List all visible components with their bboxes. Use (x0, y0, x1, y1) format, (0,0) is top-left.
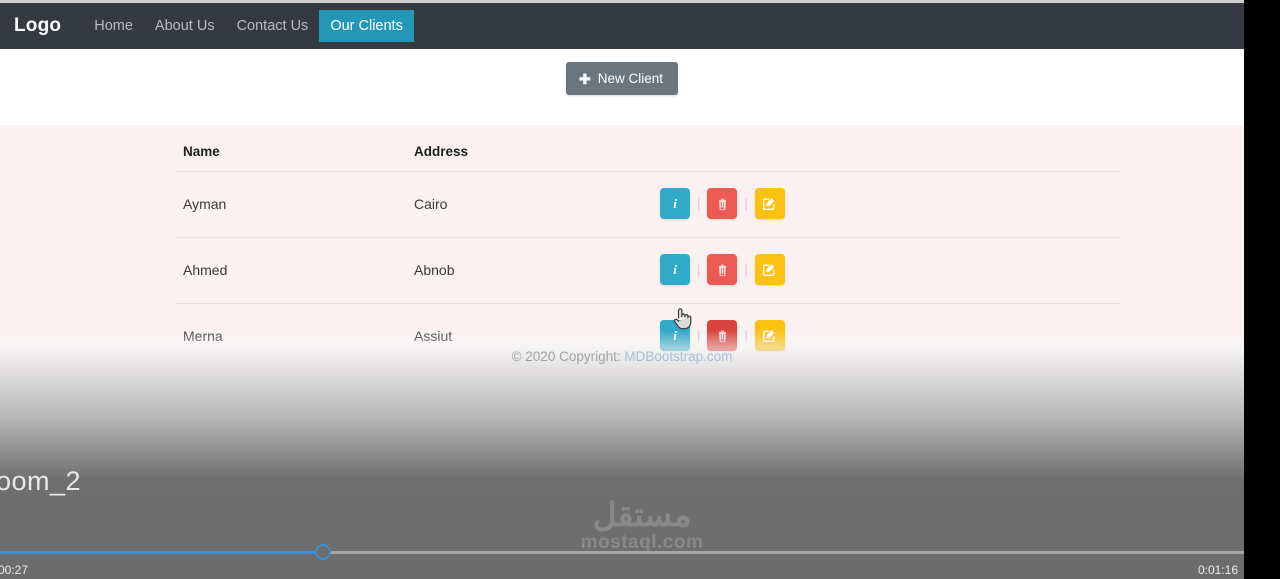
clients-table: Name Address Ayman Cairo i | | Ahmed Abn… (175, 132, 1121, 370)
progress-handle[interactable] (315, 544, 332, 560)
mdbootstrap-link[interactable]: MDBootstrap.com (624, 349, 732, 364)
cell-address: Abnob (406, 237, 652, 304)
edit-button[interactable] (754, 320, 785, 351)
cell-name: Ahmed (175, 237, 406, 304)
screenshot-root: Logo Home About Us Contact Us Our Client… (0, 0, 1280, 579)
edit-pencil-square-icon (763, 264, 775, 276)
action-separator: | (697, 328, 701, 343)
plus-icon: ✚ (578, 70, 591, 87)
column-header-address: Address (406, 132, 652, 172)
new-client-button[interactable]: ✚ New Client (565, 62, 678, 95)
info-button[interactable]: i (660, 254, 690, 285)
action-separator: | (744, 262, 748, 277)
trash-icon (718, 330, 727, 342)
navbar: Logo Home About Us Contact Us Our Client… (0, 3, 1244, 49)
nav-item-contact-us[interactable]: Contact Us (226, 10, 320, 42)
time-total: 0:01:16 (1197, 563, 1238, 577)
nav-item-about-us[interactable]: About Us (144, 10, 226, 42)
action-separator: | (697, 262, 701, 277)
new-client-button-wrap: ✚ New Client (0, 62, 1244, 95)
time-current: 00:27 (0, 563, 29, 577)
info-button[interactable]: i (660, 320, 690, 351)
row-actions: i | | (660, 254, 1113, 285)
edit-button[interactable] (754, 188, 785, 219)
footer: © 2020 Copyright: MDBootstrap.com (0, 349, 1244, 364)
trash-icon (718, 264, 727, 276)
watermark-arabic: مستقل (592, 496, 692, 533)
nav-item-our-clients[interactable]: Our Clients (319, 10, 414, 42)
video-title: zoom_2 (0, 466, 82, 496)
table-row: Ayman Cairo i | | (175, 171, 1121, 238)
edit-pencil-square-icon (763, 198, 775, 210)
cell-actions: i | | (652, 171, 1121, 238)
player-controls: 00:27 0:01:16 (0, 538, 1244, 579)
table-body: Ayman Cairo i | | Ahmed Abnob i | | Mern… (175, 171, 1121, 370)
letterbox-right (1244, 0, 1280, 579)
delete-button[interactable] (707, 254, 738, 285)
row-actions: i | | (660, 188, 1113, 219)
table-header-row: Name Address (175, 132, 1121, 172)
browser-page: Logo Home About Us Contact Us Our Client… (0, 0, 1244, 579)
action-separator: | (744, 328, 748, 343)
cell-name: Ayman (175, 171, 406, 238)
column-header-name: Name (175, 132, 406, 172)
new-client-label: New Client (597, 71, 663, 86)
cell-actions: i | | (652, 237, 1121, 304)
progress-fill (0, 551, 324, 554)
info-icon: i (673, 261, 677, 277)
row-actions: i | | (660, 320, 1113, 351)
edit-pencil-square-icon (763, 330, 775, 342)
brand-logo[interactable]: Logo (14, 15, 61, 37)
column-header-actions (652, 132, 1121, 172)
info-icon: i (673, 327, 677, 343)
action-separator: | (697, 196, 701, 211)
info-icon: i (673, 195, 677, 211)
table-head: Name Address (175, 132, 1121, 172)
info-button[interactable]: i (660, 188, 690, 219)
nav-item-home[interactable]: Home (83, 10, 144, 42)
nav-links: Home About Us Contact Us Our Clients (83, 3, 414, 49)
cell-address: Cairo (406, 171, 652, 238)
edit-button[interactable] (754, 254, 785, 285)
clients-table-wrap: Name Address Ayman Cairo i | | Ahmed Abn… (175, 132, 1121, 370)
action-separator: | (744, 196, 748, 211)
delete-button[interactable] (707, 320, 738, 351)
copyright-text: © 2020 Copyright: (511, 349, 625, 364)
table-row: Ahmed Abnob i | | (175, 237, 1121, 304)
trash-icon (718, 198, 727, 210)
delete-button[interactable] (707, 188, 738, 219)
